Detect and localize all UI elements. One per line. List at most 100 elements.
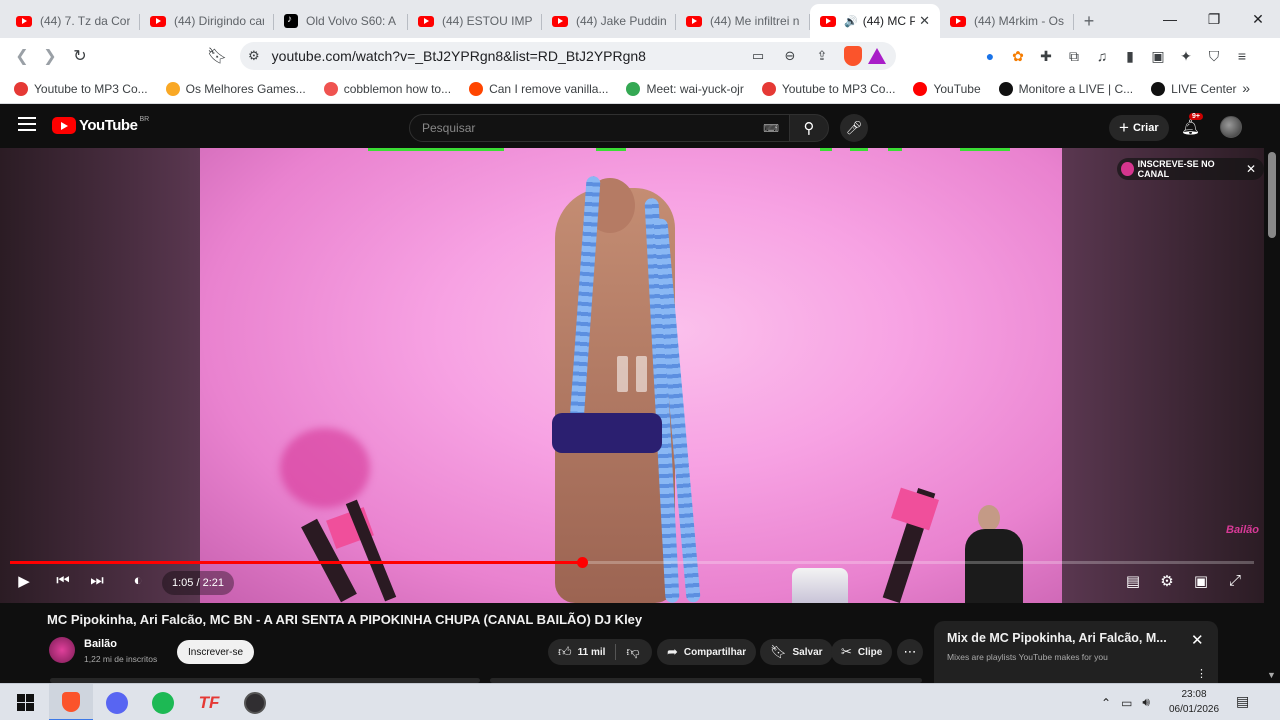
subscribe-button[interactable]: Inscrever-se: [177, 640, 255, 664]
bookmark-item[interactable]: Meet: wai-yuck-ojr: [626, 81, 744, 96]
mix-playlist-panel[interactable]: Mix de MC Pipokinha, Ari Falcão, M... Mi…: [934, 621, 1218, 683]
bookmark-item[interactable]: Youtube to MP3 Co...: [761, 81, 895, 96]
network-icon[interactable]: ▭: [1121, 696, 1132, 710]
minimize-button[interactable]: —: [1148, 0, 1192, 38]
previous-icon[interactable]: ⏮︎: [51, 572, 75, 589]
address-bar[interactable]: ⚙︎ youtube.com/watch?v=_BtJ2YPRgn8&list=…: [240, 42, 896, 70]
create-button[interactable]: + Criar: [1109, 115, 1169, 141]
speaker-icon[interactable]: 🔊︎: [1142, 695, 1150, 710]
reload-icon[interactable]: ↻: [66, 42, 94, 70]
browser-tab[interactable]: 🔊 (44) MC P ✕: [810, 4, 940, 38]
youtube-favicon-icon: [418, 15, 434, 27]
youtube-play-logo-icon: [52, 117, 76, 134]
bookmarks-overflow-button[interactable]: »: [1242, 80, 1250, 96]
vpn-shield-icon[interactable]: ⛉: [1200, 48, 1228, 65]
browser-tab[interactable]: (44) Jake Pudding: [542, 4, 676, 38]
brave-shield-icon[interactable]: [844, 46, 862, 66]
extensions-puzzle-icon[interactable]: ✚: [1032, 48, 1060, 65]
extension-orange-icon[interactable]: ✿: [1004, 48, 1032, 65]
bookmark-item[interactable]: cobblemon how to...: [323, 81, 451, 96]
bookmark-item[interactable]: Youtube to MP3 Co...: [14, 81, 148, 96]
pause-overlay-icon[interactable]: [617, 356, 647, 392]
subscribe-overlay-pill[interactable]: INSCREVE-SE NO CANAL ✕: [1117, 158, 1264, 180]
brave-browser-icon[interactable]: [49, 684, 93, 720]
forward-icon[interactable]: ❯: [36, 42, 64, 70]
scroll-down-arrow-icon[interactable]: ▼: [1267, 670, 1276, 680]
search-box[interactable]: Pesquisar ⌨: [409, 114, 790, 142]
miniplayer-icon[interactable]: ▣: [1189, 572, 1213, 590]
scrollbar-thumb[interactable]: [1268, 152, 1276, 238]
mix-title[interactable]: Mix de MC Pipokinha, Ari Falcão, M...: [947, 631, 1167, 645]
volume-icon[interactable]: ◐: [126, 572, 150, 589]
zoom-icon[interactable]: ⊖: [774, 48, 806, 64]
play-icon[interactable]: ▶: [12, 572, 36, 590]
keyboard-icon[interactable]: ⌨: [763, 122, 779, 135]
site-info-icon[interactable]: ⚙︎: [248, 48, 260, 64]
browser-tab[interactable]: (44) M4rkim - Os: [940, 4, 1074, 38]
new-tab-button[interactable]: +: [1074, 4, 1104, 38]
share-button[interactable]: ➦ Compartilhar: [657, 639, 757, 665]
restore-button[interactable]: ❐: [1192, 0, 1236, 38]
save-button[interactable]: 🔖︎ Salvar: [760, 639, 833, 665]
channel-mini-icon: [1121, 162, 1134, 176]
browser-tab[interactable]: (44) ESTOU IMPR: [408, 4, 542, 38]
next-icon[interactable]: ⏭︎: [85, 572, 109, 589]
browser-tab[interactable]: (44) 7. Tz da Coro: [6, 4, 140, 38]
search-input[interactable]: Pesquisar: [422, 121, 763, 135]
account-avatar[interactable]: [1220, 116, 1242, 138]
bookmark-icon[interactable]: 🔖︎: [203, 42, 231, 70]
subtitles-icon[interactable]: ▤: [1121, 572, 1145, 590]
media-control-icon[interactable]: ♫: [1088, 48, 1116, 64]
browser-tab[interactable]: (44) Dirigindo car: [140, 4, 274, 38]
back-icon[interactable]: ❮: [8, 42, 36, 70]
channel-watermark[interactable]: Bailão: [1226, 524, 1259, 536]
close-window-button[interactable]: ✕: [1236, 0, 1280, 38]
brave-rewards-icon[interactable]: [868, 48, 886, 64]
share-icon[interactable]: ⇪: [806, 48, 838, 64]
page-scrollbar[interactable]: ▼: [1264, 148, 1280, 683]
url-text[interactable]: youtube.com/watch?v=_BtJ2YPRgn8&list=RD_…: [272, 48, 742, 64]
close-tab-icon[interactable]: ✕: [919, 13, 930, 29]
more-actions-icon[interactable]: ⋯: [897, 639, 923, 665]
start-windows-icon[interactable]: [3, 684, 47, 720]
notification-center-icon[interactable]: ▤: [1236, 693, 1249, 710]
progress-bar[interactable]: [10, 557, 1254, 568]
extension-blue-icon[interactable]: ●: [976, 48, 1004, 64]
close-icon[interactable]: ✕: [1246, 162, 1256, 176]
like-button[interactable]: 👍︎ 11 mil: [548, 639, 615, 665]
bookmark-item[interactable]: LIVE Center: [1151, 81, 1237, 96]
menu-icon[interactable]: ≡: [1228, 48, 1256, 64]
wallet-icon[interactable]: ▣: [1144, 48, 1172, 65]
audio-playing-icon[interactable]: 🔊: [844, 15, 858, 28]
channel-name[interactable]: Bailão: [84, 638, 117, 650]
youtube-logo[interactable]: YouTube BR: [52, 116, 149, 134]
spotify-icon[interactable]: [141, 684, 185, 720]
video-player[interactable]: INSCREVE-SE NO CANAL ✕ Bailão: [0, 148, 1264, 603]
browser-tab[interactable]: Old Volvo S60: A: [274, 4, 408, 38]
system-clock[interactable]: 23:08 06/01/2026: [1166, 687, 1222, 717]
channel-avatar[interactable]: [49, 637, 75, 663]
fullscreen-icon[interactable]: ⤢: [1223, 572, 1247, 589]
bookmark-item[interactable]: YouTube: [913, 81, 981, 96]
sidebar-icon[interactable]: ▮: [1116, 48, 1144, 65]
menu-hamburger-icon[interactable]: [18, 117, 36, 131]
bookmark-item[interactable]: Can I remove vanilla...: [469, 81, 608, 96]
tab-search-icon[interactable]: ⧉: [1060, 48, 1088, 65]
bookmark-item[interactable]: Monitore a LIVE | C...: [998, 81, 1133, 96]
tikfinity-icon[interactable]: TF: [187, 684, 231, 720]
close-icon[interactable]: ✕: [1191, 631, 1204, 649]
obs-icon[interactable]: [233, 684, 277, 720]
cast-icon[interactable]: ▭: [742, 48, 774, 64]
chevron-up-icon[interactable]: ⌃: [1101, 696, 1111, 710]
leo-ai-icon[interactable]: ✦: [1172, 48, 1200, 65]
kebab-menu-icon[interactable]: ⋮: [1196, 667, 1207, 680]
settings-gear-icon[interactable]: ⚙: [1155, 572, 1179, 590]
discord-icon[interactable]: [95, 684, 139, 720]
notifications-bell-icon[interactable]: 🔔︎ 9+: [1181, 113, 1203, 136]
search-icon[interactable]: ⚲: [789, 114, 829, 142]
browser-tab[interactable]: (44) Me infiltrei n: [676, 4, 810, 38]
dislike-button[interactable]: 👎︎: [616, 639, 649, 665]
clip-button[interactable]: ✂ Clipe: [831, 639, 893, 665]
microphone-icon[interactable]: 🎤︎: [840, 114, 868, 142]
bookmark-item[interactable]: Os Melhores Games...: [165, 81, 306, 96]
